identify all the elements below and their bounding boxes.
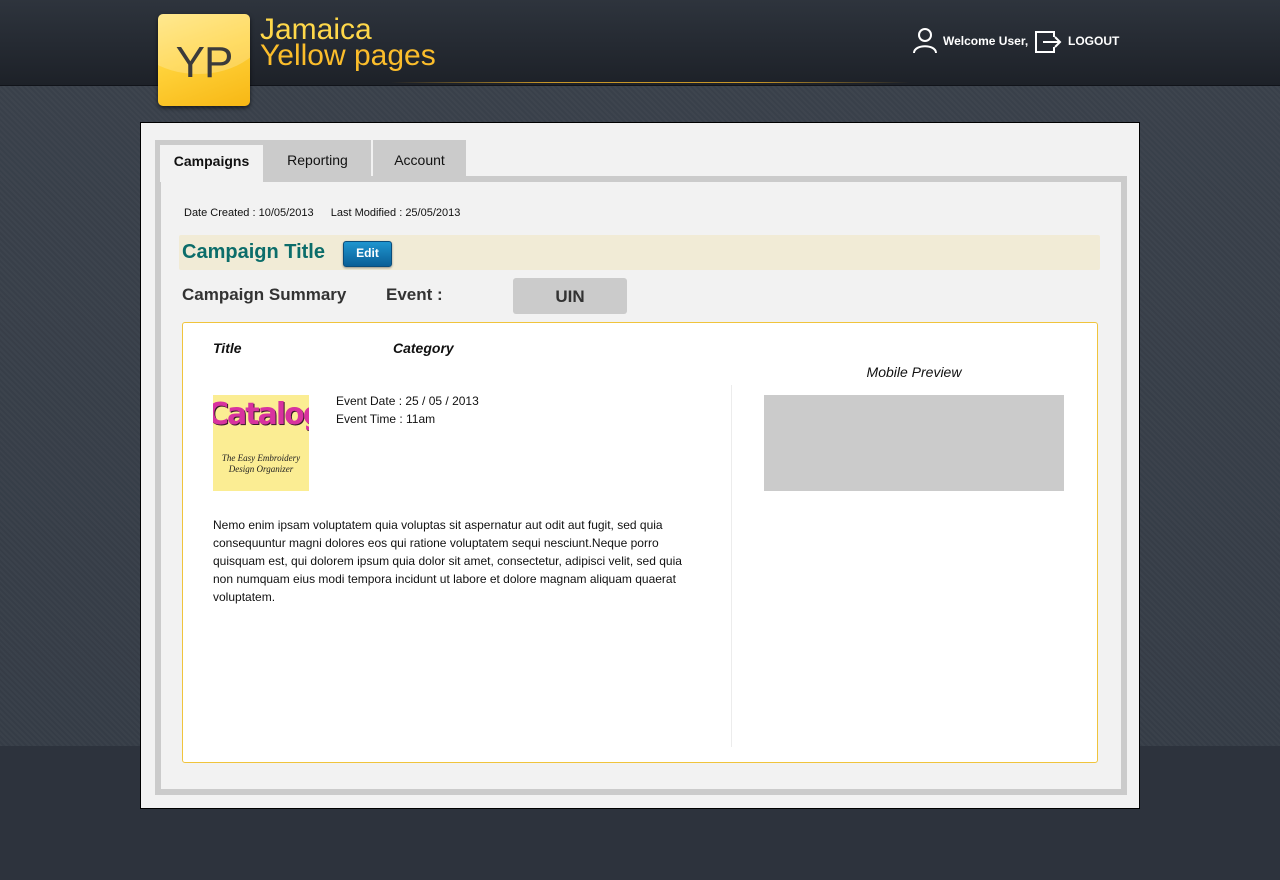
image-logo-text: Catalogit xyxy=(213,397,309,432)
uin-field[interactable]: UIN xyxy=(513,278,627,314)
yp-logo[interactable]: YP xyxy=(158,14,250,106)
campaign-title: Campaign Title xyxy=(182,241,325,263)
event-time: Event Time : 11am xyxy=(336,412,436,426)
user-icon xyxy=(913,28,937,54)
tab-account[interactable]: Account xyxy=(373,140,466,178)
date-info: Date Created : 10/05/2013 Last Modified … xyxy=(184,207,474,219)
mobile-preview xyxy=(764,395,1064,491)
logo-letters: YP xyxy=(175,38,234,87)
edit-button[interactable]: Edit xyxy=(343,241,392,267)
mobile-preview-label: Mobile Preview xyxy=(866,364,962,380)
campaign-description: Nemo enim ipsam voluptatem quia voluptas… xyxy=(213,518,682,604)
event-label: Event : xyxy=(386,285,443,304)
logout-icon[interactable] xyxy=(1034,29,1062,55)
event-date: Event Date : 25 / 05 / 2013 xyxy=(336,394,479,408)
image-tagline: The Easy Embroidery Design Organizer xyxy=(221,453,301,474)
column-category: Category xyxy=(393,340,454,356)
date-created: Date Created : 10/05/2013 xyxy=(184,207,314,219)
last-modified: Last Modified : 25/05/2013 xyxy=(330,207,461,219)
tab-reporting[interactable]: Reporting xyxy=(264,140,371,178)
tab-campaigns[interactable]: Campaigns xyxy=(155,140,268,182)
logout-link[interactable]: LOGOUT xyxy=(1068,34,1119,48)
column-divider xyxy=(731,385,732,747)
column-title: Title xyxy=(213,340,242,356)
campaign-summary-label: Campaign Summary xyxy=(182,285,347,304)
campaign-image: Catalogit The Easy Embroidery Design Org… xyxy=(213,395,309,491)
brand-name-line2: Yellow pages xyxy=(260,39,436,72)
header-divider xyxy=(390,82,910,83)
top-header: YP Jamaica Yellow pages Welcome User, LO… xyxy=(0,0,1280,106)
welcome-text: Welcome User, xyxy=(943,34,1029,48)
